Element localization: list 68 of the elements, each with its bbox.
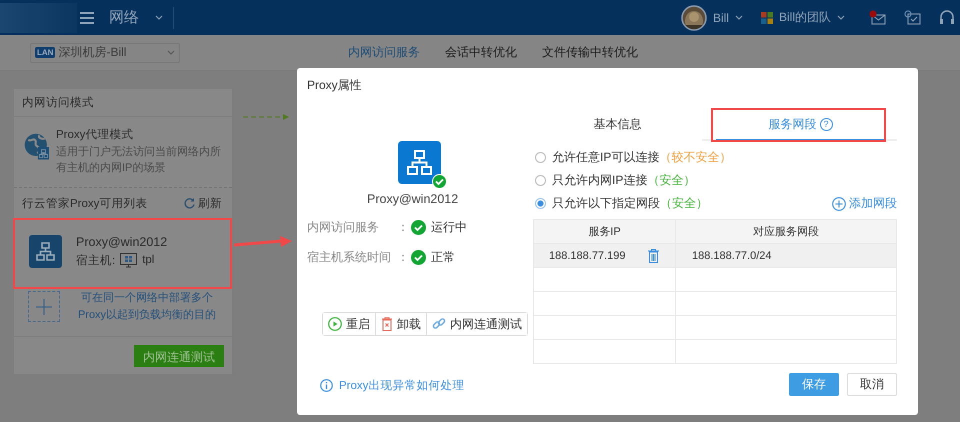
caret-icon[interactable] — [837, 15, 845, 20]
table-cell: 188.188.77.199 — [549, 250, 626, 262]
info-icon — [320, 379, 333, 392]
status-label: 宿主机系统时间 — [307, 249, 392, 266]
delete-icon — [381, 317, 393, 331]
dialog-title: Proxy属性 — [306, 77, 363, 94]
safety-note: （安全） — [647, 172, 696, 189]
proxy-item[interactable]: Proxy@win2012 宿主机: tpl — [14, 224, 232, 290]
radio-button[interactable] — [535, 198, 546, 209]
checklist-icon[interactable] — [904, 10, 921, 25]
status-label: 内网访问服务 — [307, 219, 380, 236]
action-button[interactable]: 内网连通测试 — [426, 313, 527, 335]
connectivity-test-button[interactable]: 内网连通测试 — [134, 344, 224, 367]
network-icon — [398, 141, 441, 184]
lan-badge: LAN — [35, 47, 56, 58]
status-value: 正常 — [431, 249, 455, 266]
host-name: tpl — [142, 254, 154, 266]
user-name[interactable]: Bill — [712, 10, 729, 24]
host-label: 宿主机: — [76, 253, 116, 268]
caret-icon — [167, 50, 175, 55]
team-name[interactable]: Bill的团队 — [778, 9, 831, 26]
column-header: 服务IP — [534, 220, 676, 244]
help-icon[interactable]: ? — [820, 118, 832, 130]
refresh-button[interactable]: 刷新 — [184, 196, 222, 211]
menu-icon[interactable] — [80, 12, 94, 24]
option-label[interactable]: 只允许以下指定网段 — [552, 195, 660, 212]
add-proxy-hint[interactable]: 可在同一个网络中部署多个Proxy以起到负载均衡的目的 — [72, 290, 222, 324]
network-icon — [29, 234, 62, 268]
safety-note: （安全） — [660, 195, 708, 212]
windows-logo-icon — [760, 12, 773, 24]
headset-icon[interactable] — [939, 10, 955, 25]
annotation-arrow — [234, 236, 292, 248]
monitor-icon — [120, 252, 138, 268]
tab[interactable]: 会话中转优化 — [445, 44, 517, 61]
trash-icon[interactable] — [648, 248, 659, 262]
dashed-arrow — [243, 114, 289, 120]
proxy-name: Proxy@win2012 — [367, 192, 460, 206]
table-cell: 188.188.77.0/24 — [692, 250, 772, 262]
caret-icon[interactable] — [734, 15, 743, 20]
mode-description: 适用于门户无法访问当前网络内所有主机的内网IP的场景 — [56, 145, 222, 176]
column-header: 对应服务网段 — [676, 220, 896, 244]
radio-button[interactable] — [535, 152, 546, 163]
list-title: 行云管家Proxy可用列表 — [22, 196, 148, 211]
mode-name: Proxy代理模式 — [56, 128, 134, 142]
cancel-button[interactable]: 取消 — [847, 373, 897, 396]
help-link[interactable]: Proxy出现异常如何处理 — [320, 378, 533, 393]
refresh-icon — [184, 198, 195, 209]
mail-icon[interactable] — [869, 10, 886, 25]
caret-icon[interactable] — [155, 15, 163, 20]
colon: ： — [397, 249, 410, 266]
safety-note: （较不安全） — [659, 149, 732, 166]
plus-circle-icon — [832, 196, 846, 210]
play-icon — [328, 317, 342, 331]
tab[interactable]: 内网访问服务 — [348, 44, 420, 61]
colon: ： — [397, 219, 410, 236]
location-select[interactable]: LAN 深圳机房-Bill — [30, 42, 180, 62]
panel-title: 内网访问模式 — [14, 89, 232, 117]
option-label[interactable]: 允许任意IP可以连接 — [552, 149, 660, 166]
add-segment-button[interactable]: 添加网段 — [832, 195, 897, 212]
proxy-name: Proxy@win2012 — [76, 234, 168, 249]
save-button[interactable]: 保存 — [789, 373, 839, 396]
tab[interactable]: 文件传输中转优化 — [542, 44, 638, 61]
status-value: 运行中 — [431, 219, 467, 236]
link-icon — [432, 317, 446, 331]
radio-button[interactable] — [535, 175, 546, 186]
section-title[interactable]: 网络 — [109, 8, 139, 27]
option-label[interactable]: 只允许内网IP连接 — [552, 172, 648, 189]
plus-icon — [36, 298, 52, 315]
